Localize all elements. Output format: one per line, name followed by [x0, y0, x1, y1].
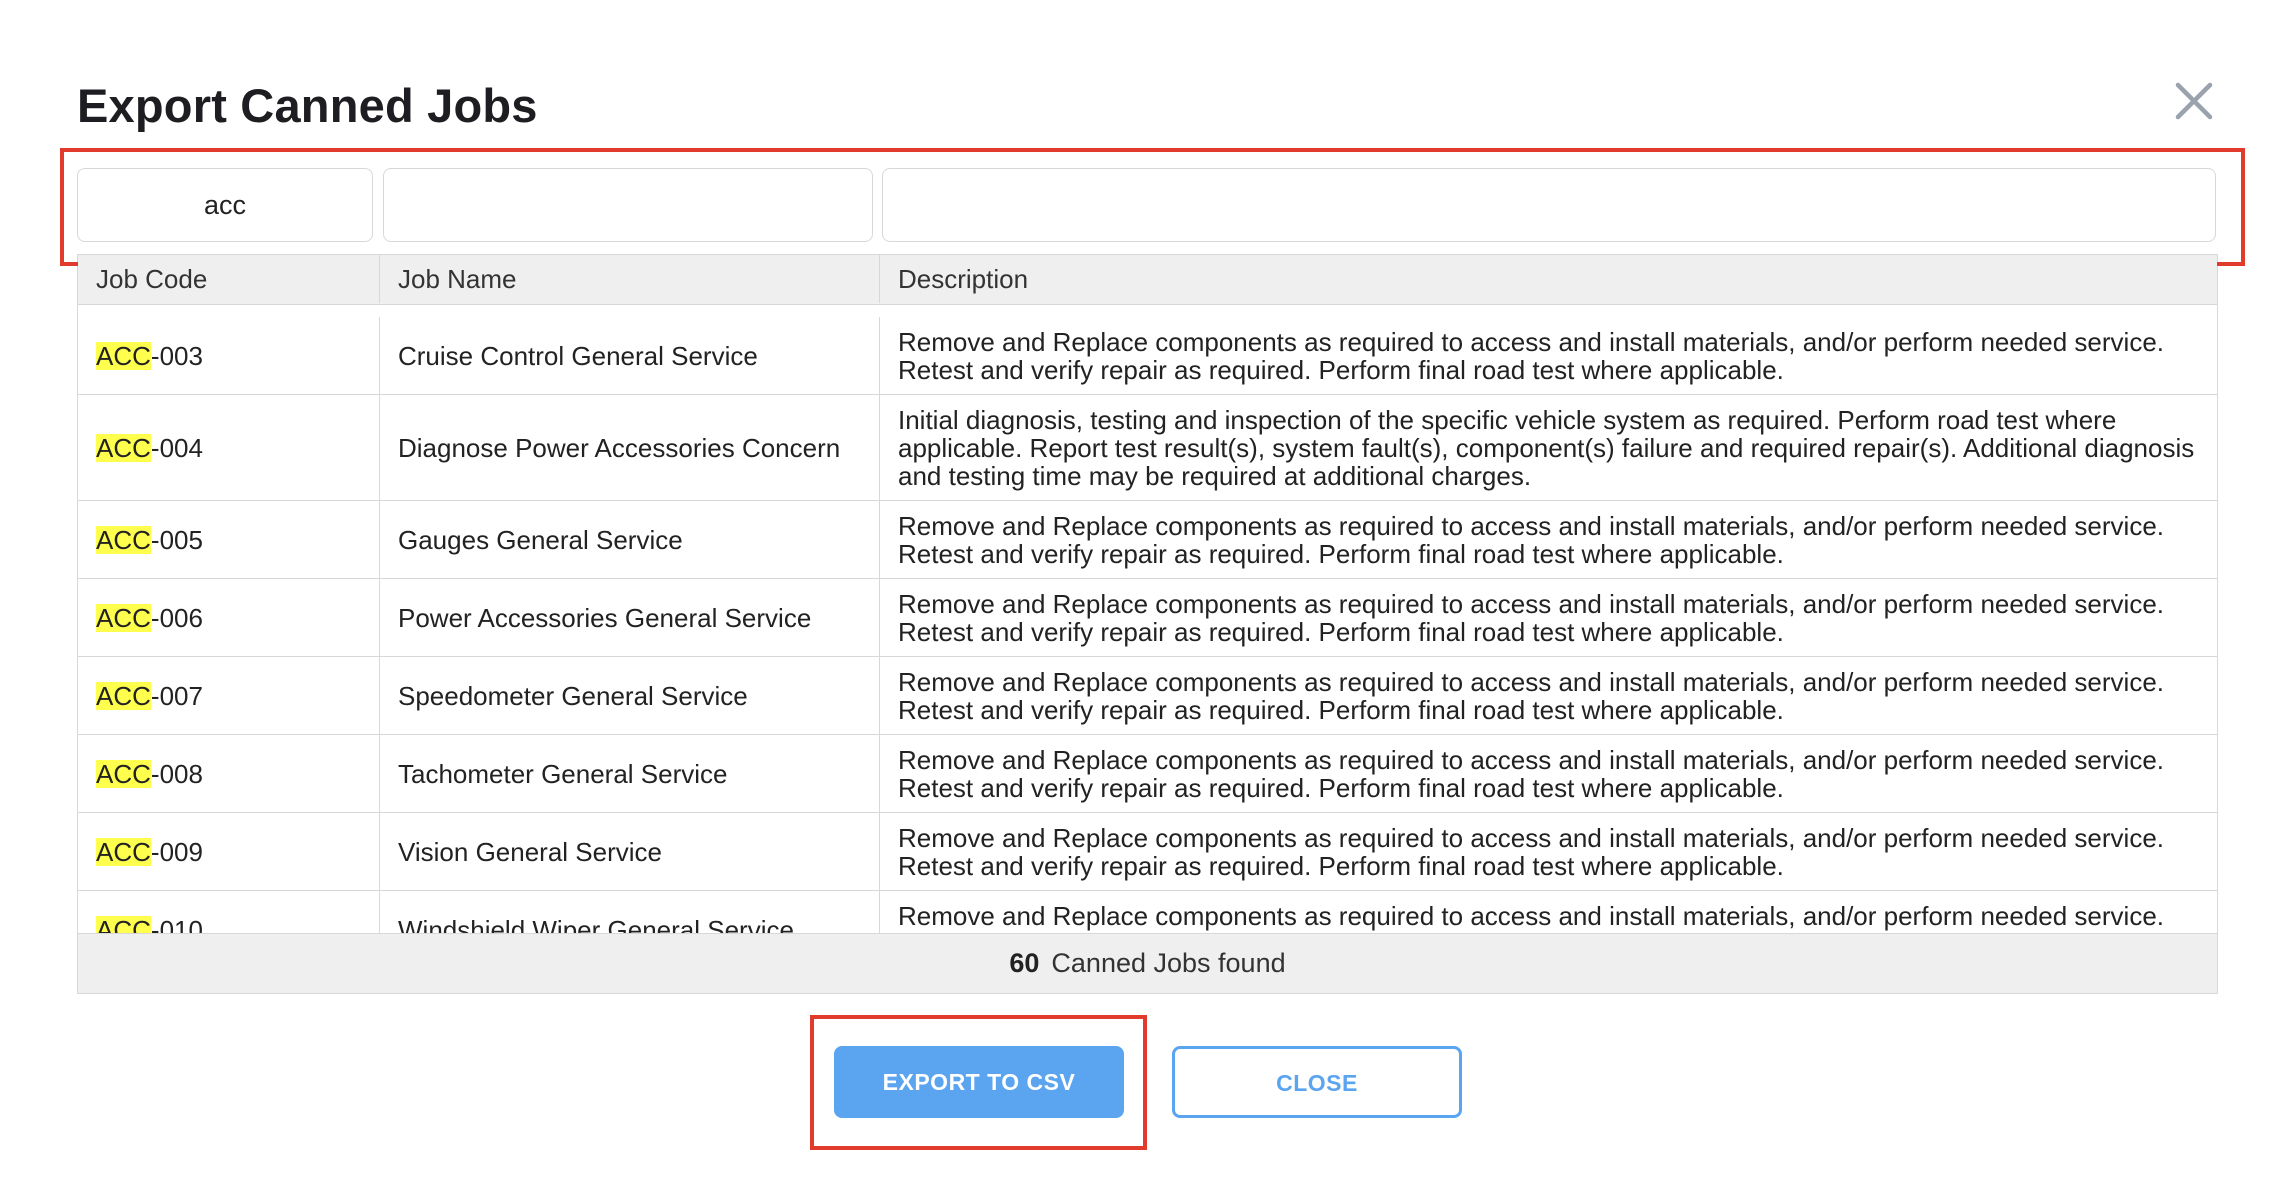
- job-code-cell: ACC -003: [78, 317, 379, 394]
- job-name-cell: Power Accessories General Service: [379, 579, 879, 656]
- table-header: Job Code Job Name Description: [78, 255, 2217, 305]
- close-button[interactable]: CLOSE: [1172, 1046, 1462, 1118]
- job-name-cell: Cruise Control General Service: [379, 317, 879, 394]
- results-count: 60: [1009, 948, 1040, 978]
- close-x-icon[interactable]: [2170, 77, 2218, 125]
- job-code-cell: ACC -009: [78, 813, 379, 890]
- description-cell: Remove and Replace components as require…: [879, 501, 2217, 578]
- search-match-highlight: ACC: [96, 680, 151, 711]
- job-name-cell: Diagnose Power Accessories Concern: [379, 395, 879, 500]
- job-code-suffix: -008: [150, 758, 203, 789]
- description-cell: Remove and Replace components as require…: [879, 657, 2217, 734]
- table-body[interactable]: ACC -003 Cruise Control General Service Rem…: [78, 317, 2217, 993]
- results-label: Canned Jobs found: [1051, 948, 1286, 978]
- search-match-highlight: ACC: [96, 340, 151, 371]
- job-code-suffix: -005: [150, 524, 203, 555]
- job-code-suffix: -007: [150, 680, 203, 711]
- job-code-suffix: -006: [150, 602, 203, 633]
- job-code-cell: ACC -004: [78, 395, 379, 500]
- table-row[interactable]: ACC -004 Diagnose Power Accessories Concer…: [78, 395, 2217, 501]
- job-code-cell: ACC -006: [78, 579, 379, 656]
- description-cell: Remove and Replace components as require…: [879, 579, 2217, 656]
- job-code-cell: ACC -008: [78, 735, 379, 812]
- job-name-cell: Gauges General Service: [379, 501, 879, 578]
- job-code-suffix: -004: [150, 432, 203, 463]
- search-match-highlight: ACC: [96, 836, 151, 867]
- column-header-description[interactable]: Description: [879, 255, 2217, 303]
- job-name-cell: Tachometer General Service: [379, 735, 879, 812]
- filter-row: [77, 168, 2217, 244]
- job-code-filter-input[interactable]: [77, 168, 373, 242]
- dialog-title: Export Canned Jobs: [77, 79, 538, 132]
- job-code-suffix: -003: [150, 340, 203, 371]
- description-cell: Remove and Replace components as require…: [879, 813, 2217, 890]
- column-header-job-code[interactable]: Job Code: [78, 255, 379, 303]
- search-match-highlight: ACC: [96, 432, 151, 463]
- table-row[interactable]: ACC -009 Vision General Service Remove and …: [78, 813, 2217, 891]
- table-row[interactable]: ACC -006 Power Accessories General Service…: [78, 579, 2217, 657]
- results-count-bar: 60 Canned Jobs found: [78, 933, 2217, 993]
- canned-jobs-table[interactable]: Job Code Job Name Description ACC -003 Cru…: [77, 254, 2218, 994]
- export-canned-jobs-dialog: Export Canned Jobs Job Code Job Name Des…: [0, 0, 2296, 1196]
- column-header-job-name[interactable]: Job Name: [379, 255, 879, 303]
- description-cell: Remove and Replace components as require…: [879, 317, 2217, 394]
- job-code-cell: ACC -007: [78, 657, 379, 734]
- description-cell: Initial diagnosis, testing and inspectio…: [879, 395, 2217, 500]
- job-code-suffix: -009: [150, 836, 203, 867]
- search-match-highlight: ACC: [96, 524, 151, 555]
- search-match-highlight: ACC: [96, 758, 151, 789]
- table-row[interactable]: ACC -003 Cruise Control General Service Rem…: [78, 317, 2217, 395]
- job-code-cell: ACC -005: [78, 501, 379, 578]
- search-match-highlight: ACC: [96, 602, 151, 633]
- table-row[interactable]: ACC -007 Speedometer General Service Remove…: [78, 657, 2217, 735]
- export-to-csv-button[interactable]: EXPORT TO CSV: [834, 1046, 1124, 1118]
- job-name-filter-input[interactable]: [383, 168, 873, 242]
- job-name-cell: Speedometer General Service: [379, 657, 879, 734]
- table-row[interactable]: ACC -008 Tachometer General Service Remove …: [78, 735, 2217, 813]
- description-cell: Remove and Replace components as require…: [879, 735, 2217, 812]
- description-filter-input[interactable]: [882, 168, 2216, 242]
- job-name-cell: Vision General Service: [379, 813, 879, 890]
- table-row[interactable]: ACC -005 Gauges General Service Remove and …: [78, 501, 2217, 579]
